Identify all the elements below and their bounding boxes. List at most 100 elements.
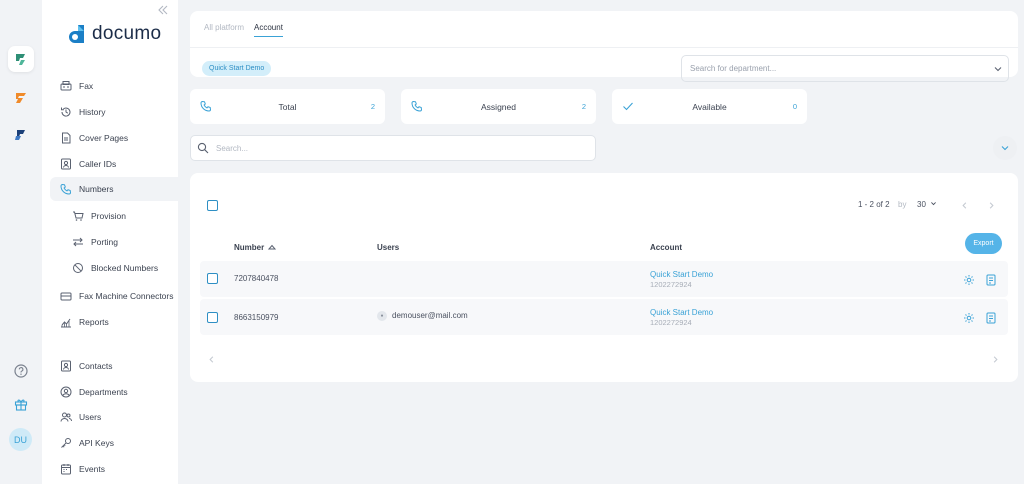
tab-all-platform[interactable]: All platform [204, 23, 244, 37]
row-checkbox[interactable] [207, 273, 218, 284]
sidebar-item-label: Numbers [79, 184, 114, 194]
pagination-by-label: by [898, 200, 907, 209]
sidebar-item-label: Departments [79, 387, 128, 397]
pagination-range: 1 - 2 of 2 [858, 200, 890, 209]
sidebar-item-reports[interactable]: Reports [50, 310, 178, 334]
sidebar-item-label: Cover Pages [79, 133, 129, 143]
row-number: 8663150979 [234, 313, 279, 322]
row-account-id: 1202272924 [650, 318, 692, 327]
sidebar-item-label: Provision [91, 211, 126, 221]
sidebar-item-fax[interactable]: Fax [50, 74, 178, 98]
fax-log-icon[interactable] [985, 274, 997, 286]
gear-icon[interactable] [963, 274, 975, 286]
column-header-number[interactable]: Number [234, 243, 277, 252]
stat-value: 2 [581, 102, 586, 111]
documo-fax-app-icon[interactable] [8, 46, 34, 72]
chevron-down-icon [994, 67, 1002, 72]
chart-icon [61, 318, 71, 328]
sidebar-item-departments[interactable]: Departments [50, 380, 178, 404]
sidebar-item-label: Porting [91, 237, 118, 247]
document-icon [62, 132, 71, 144]
table-row[interactable] [200, 299, 1008, 335]
gear-icon[interactable] [963, 312, 975, 324]
collapse-sidebar-icon[interactable] [157, 4, 169, 16]
select-all-checkbox[interactable] [207, 200, 218, 211]
phone-icon [60, 183, 72, 195]
fax-log-icon[interactable] [985, 312, 997, 324]
row-number: 7207840478 [234, 274, 279, 283]
row-account-link[interactable]: Quick Start Demo [650, 270, 713, 279]
column-header-users[interactable]: Users [377, 243, 399, 252]
sidebar-item-provision[interactable]: Provision [50, 204, 178, 228]
page-size-value: 30 [917, 200, 926, 209]
department-icon [60, 386, 72, 398]
documo-logo-mark-icon [69, 25, 84, 43]
sidebar-item-porting[interactable]: Porting [50, 230, 178, 254]
search-placeholder: Search... [216, 143, 249, 153]
tab-divider [190, 47, 1018, 48]
cart-icon [73, 211, 84, 221]
help-icon[interactable] [13, 363, 29, 379]
stat-card-assigned: Assigned 2 [401, 89, 596, 124]
next-page-icon[interactable] [987, 201, 996, 210]
sidebar-item-history[interactable]: History [50, 100, 178, 124]
documo-logo[interactable]: documo [66, 23, 161, 45]
sidebar-item-users[interactable]: Users [50, 405, 178, 429]
sidebar-item-cover-pages[interactable]: Cover Pages [50, 126, 178, 150]
caller-id-icon [61, 158, 71, 170]
sidebar-item-fax-machine-connectors[interactable]: Fax Machine Connectors [50, 284, 178, 308]
app-rail: DU [0, 0, 42, 484]
department-select[interactable]: Search for department... [681, 55, 1009, 82]
sidebar-item-contacts[interactable]: Contacts [50, 354, 178, 378]
search-input[interactable]: Search... [190, 135, 596, 161]
row-account-link[interactable]: Quick Start Demo [650, 308, 713, 317]
column-header-label: Number [234, 243, 265, 252]
sidebar-item-blocked-numbers[interactable]: Blocked Numbers [50, 256, 178, 280]
sidebar: documo Fax History Cover Pages Caller ID… [42, 0, 178, 484]
row-user-email: demouser@mail.com [392, 311, 468, 321]
sidebar-item-numbers[interactable]: Numbers [50, 177, 178, 201]
expand-filters-button[interactable] [993, 136, 1017, 160]
sidebar-item-label: Caller IDs [79, 159, 117, 169]
stat-value: 2 [370, 102, 375, 111]
sidebar-item-label: Blocked Numbers [91, 263, 159, 273]
chevron-down-icon [1001, 146, 1009, 151]
docs-app-icon[interactable] [8, 122, 34, 148]
export-button[interactable]: Export [965, 233, 1002, 254]
table-row[interactable] [200, 261, 1008, 297]
sidebar-item-label: Fax [79, 81, 94, 91]
fax-icon [60, 81, 72, 91]
scroll-left-icon[interactable] [207, 355, 216, 364]
sidebar-item-label: Events [79, 464, 105, 474]
brand-name: documo [92, 23, 162, 44]
sidebar-item-label: Contacts [79, 361, 113, 371]
stat-value: 0 [792, 102, 797, 111]
block-icon [73, 263, 83, 273]
sidebar-item-events[interactable]: Events [50, 457, 178, 481]
sidebar-item-label: Reports [79, 317, 109, 327]
user-avatar-icon: ● [377, 311, 387, 321]
sidebar-item-api-keys[interactable]: API Keys [50, 431, 178, 455]
user-avatar[interactable]: DU [9, 428, 32, 451]
account-chip[interactable]: Quick Start Demo [202, 61, 272, 76]
stat-label: Available [692, 102, 727, 112]
sidebar-item-label: History [79, 107, 106, 117]
history-icon [61, 107, 71, 117]
row-checkbox[interactable] [207, 312, 218, 323]
chevron-down-icon [931, 202, 937, 206]
column-header-account[interactable]: Account [650, 243, 682, 252]
tab-account[interactable]: Account [254, 23, 283, 37]
transfer-icon [73, 237, 83, 247]
scope-tabs: All platform Account [204, 23, 283, 37]
sign-app-icon[interactable] [8, 85, 34, 111]
users-icon [60, 412, 72, 422]
page-size-select[interactable]: 30 [917, 200, 937, 209]
sidebar-item-label: Fax Machine Connectors [79, 291, 174, 301]
contacts-icon [61, 360, 71, 372]
gift-icon[interactable] [13, 396, 29, 412]
sidebar-item-caller-ids[interactable]: Caller IDs [50, 152, 178, 176]
search-icon [197, 142, 209, 154]
scroll-right-icon[interactable] [991, 355, 1000, 364]
sidebar-item-label: API Keys [79, 438, 114, 448]
previous-page-icon[interactable] [960, 201, 969, 210]
